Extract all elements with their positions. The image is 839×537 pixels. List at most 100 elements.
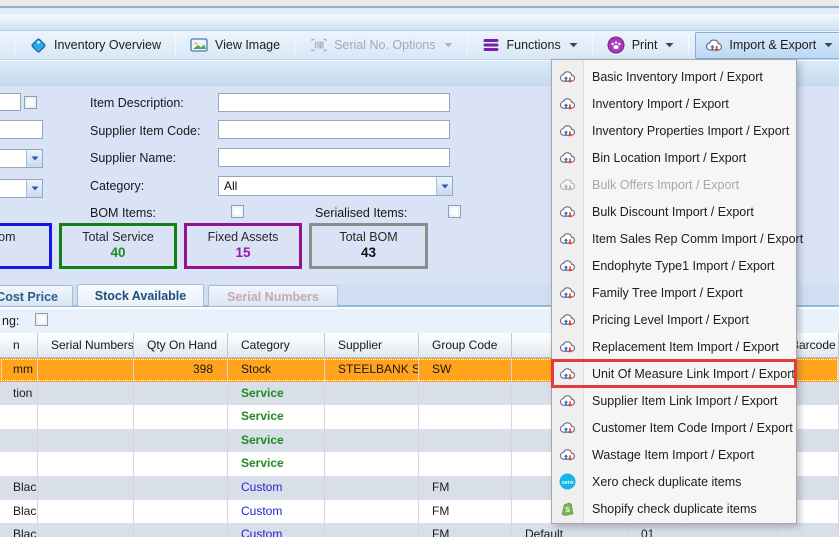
menu-item[interactable]: Supplier Item Link Import / Export — [552, 387, 796, 414]
toolbar-separator — [294, 35, 295, 55]
grid-cell: mm 1... — [0, 358, 38, 382]
left-cutoff-input-2[interactable] — [0, 120, 43, 139]
grid-cell — [325, 382, 419, 406]
menu-item[interactable]: SShopify check duplicate items — [552, 495, 796, 522]
menu-item-label: Bin Location Import / Export — [592, 151, 746, 165]
functions-bars-icon — [482, 36, 501, 55]
toolbar-separator — [688, 35, 689, 55]
summary-box-total-service[interactable]: Total Service 40 — [59, 223, 177, 269]
cloud-import-export-icon — [704, 36, 723, 55]
tab-stock-available[interactable]: Stock Available — [77, 284, 204, 306]
grid-cell — [134, 382, 228, 406]
svg-text:xero: xero — [562, 480, 574, 486]
grid-filter-checkbox[interactable] — [35, 313, 48, 326]
supplier-name-input[interactable] — [218, 148, 450, 167]
summary-box-custom[interactable]: Custom 6 — [0, 223, 52, 269]
left-cutoff-checkbox[interactable] — [24, 96, 37, 109]
menu-item[interactable]: Family Tree Import / Export — [552, 279, 796, 306]
grid-cell — [38, 429, 134, 453]
grid-cell — [134, 500, 228, 524]
grid-cell: FM — [419, 500, 512, 524]
menu-item[interactable]: xeroXero check duplicate items — [552, 468, 796, 495]
toolbar: Inventory Overview View Image Serial No.… — [0, 31, 839, 60]
menu-item-label: Inventory Properties Import / Export — [592, 124, 789, 138]
menu-item[interactable]: Wastage Item Import / Export — [552, 441, 796, 468]
grid-cell: Service — [228, 429, 325, 453]
view-image-label: View Image — [215, 38, 280, 52]
functions-button[interactable]: Functions — [474, 33, 586, 58]
grid-cell: Default — [512, 523, 628, 537]
tab-serial-numbers[interactable]: Serial Numbers — [208, 285, 338, 306]
left-cutoff-select-2[interactable] — [0, 179, 43, 198]
menu-item[interactable]: Bulk Discount Import / Export — [552, 198, 796, 225]
menu-item[interactable]: Replacement Item Import / Export — [552, 333, 796, 360]
grid-cell: Service — [228, 405, 325, 429]
menu-item-label: Customer Item Code Import / Export — [592, 421, 793, 435]
serialised-items-checkbox[interactable] — [448, 205, 461, 218]
grid-cell — [419, 452, 512, 476]
bom-items-checkbox[interactable] — [231, 205, 244, 218]
summary-box-label: Total Service — [62, 230, 174, 244]
supplier-item-code-input[interactable] — [218, 120, 450, 139]
menu-item[interactable]: Unit Of Measure Link Import / Export — [552, 360, 796, 387]
grid-column-header[interactable]: Serial Numbers — [38, 333, 134, 357]
grid-cell — [325, 429, 419, 453]
ribbon-band — [0, 14, 839, 31]
menu-item[interactable]: Bin Location Import / Export — [552, 144, 796, 171]
grid-cell — [38, 476, 134, 500]
chevron-down-icon[interactable] — [26, 180, 42, 197]
menu-item[interactable]: Pricing Level Import / Export — [552, 306, 796, 333]
view-image-button[interactable]: View Image — [182, 33, 288, 58]
grid-cell: STEELBANK ST... — [325, 358, 419, 382]
menu-item[interactable]: Basic Inventory Import / Export — [552, 63, 796, 90]
grid-column-header[interactable]: Category — [228, 333, 325, 357]
inventory-overview-label: Inventory Overview — [54, 38, 161, 52]
grid-cell — [134, 405, 228, 429]
left-cutoff-input-1[interactable] — [0, 93, 21, 111]
chevron-down-icon[interactable] — [436, 177, 452, 195]
grid-cell — [325, 452, 419, 476]
menu-item[interactable]: Bulk Offers Import / Export — [552, 171, 796, 198]
grid-cell — [38, 452, 134, 476]
menu-item[interactable]: Inventory Import / Export — [552, 90, 796, 117]
cloud-import-export-icon — [559, 311, 576, 328]
summary-box-fixed-assets[interactable]: Fixed Assets 15 — [184, 223, 302, 269]
import-export-button[interactable]: Import & Export — [695, 32, 839, 59]
menu-item[interactable]: Endophyte Type1 Import / Export — [552, 252, 796, 279]
chevron-down-icon[interactable] — [26, 150, 42, 167]
grid-cell — [134, 476, 228, 500]
grid-column-header[interactable]: Qty On Hand — [134, 333, 228, 357]
summary-box-total-bom[interactable]: Total BOM 43 — [309, 223, 428, 269]
grid-cell: SW — [419, 358, 512, 382]
grid-cell — [0, 452, 38, 476]
grid-cell — [325, 476, 419, 500]
cloud-import-export-icon — [559, 392, 576, 409]
menu-item[interactable]: Customer Item Code Import / Export — [552, 414, 796, 441]
grid-cell: Stock — [228, 358, 325, 382]
print-button[interactable]: Print — [599, 33, 683, 58]
cloud-import-export-icon — [559, 95, 576, 112]
summary-box-value: 43 — [312, 245, 425, 260]
item-description-input[interactable] — [218, 93, 450, 112]
grid-column-header[interactable]: n — [0, 333, 38, 357]
grid-column-header[interactable]: Group Code — [419, 333, 512, 357]
tag-icon — [29, 36, 48, 55]
grid-row[interactable]: BlackGCustomFMDefault01 — [0, 523, 839, 537]
menu-item-label: Supplier Item Link Import / Export — [592, 394, 778, 408]
menu-item[interactable]: Item Sales Rep Comm Import / Export — [552, 225, 796, 252]
inventory-overview-button[interactable]: Inventory Overview — [21, 33, 169, 58]
item-description-label: Item Description: — [90, 96, 184, 110]
cloud-import-export-icon — [559, 284, 576, 301]
barcode-icon — [309, 36, 328, 55]
cloud-import-export-icon — [559, 446, 576, 463]
serial-no-options-button[interactable]: Serial No. Options — [301, 33, 460, 58]
grid-column-header[interactable]: Supplier — [325, 333, 419, 357]
grid-cell — [419, 405, 512, 429]
menu-item[interactable]: Inventory Properties Import / Export — [552, 117, 796, 144]
category-select[interactable]: All — [218, 176, 453, 196]
grid-cell — [325, 405, 419, 429]
tab-cost-price[interactable]: r Cost Price — [0, 285, 73, 306]
left-cutoff-select-1[interactable] — [0, 149, 43, 168]
functions-label: Functions — [507, 38, 561, 52]
menu-item-label: Family Tree Import / Export — [592, 286, 743, 300]
